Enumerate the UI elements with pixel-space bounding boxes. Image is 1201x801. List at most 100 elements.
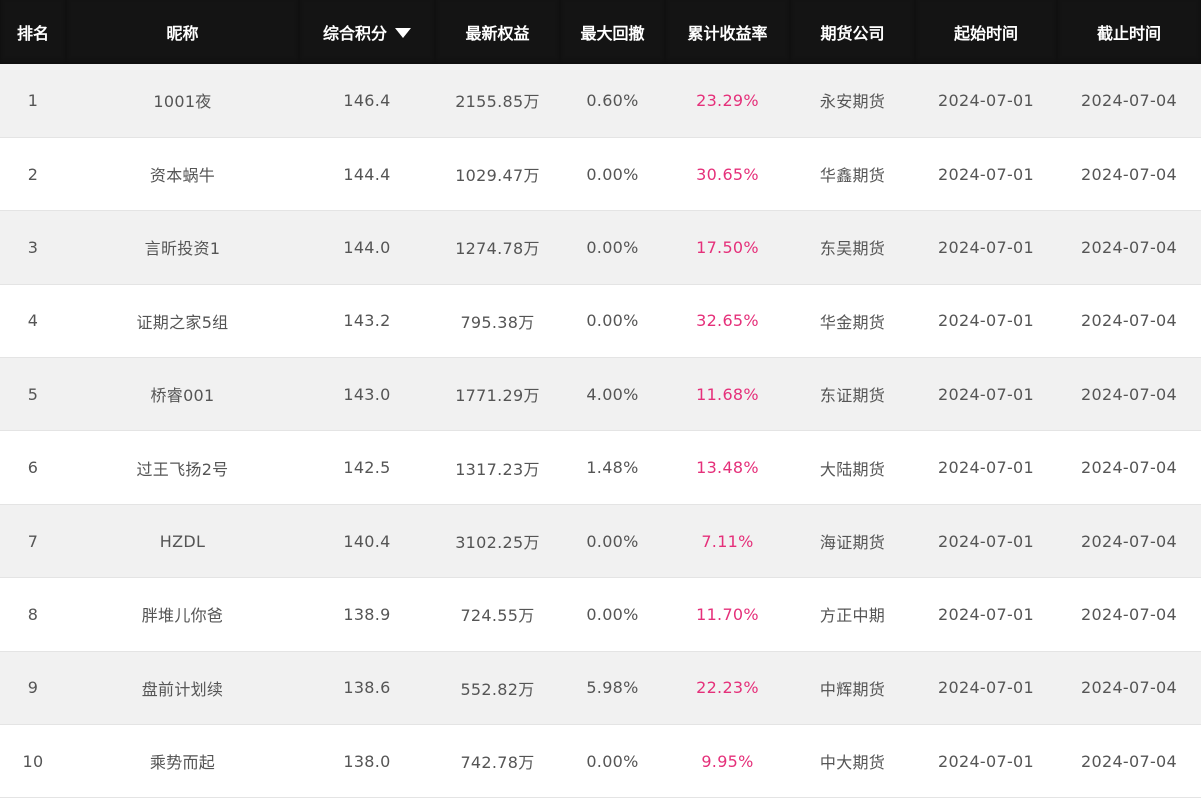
nickname-cell: 过王飞扬2号 <box>66 430 299 505</box>
nickname-cell: 证期之家5组 <box>66 284 299 359</box>
drawdown-cell: 5.98% <box>560 651 665 726</box>
start-date-cell: 2024-07-01 <box>915 64 1057 138</box>
end-date-cell: 2024-07-04 <box>1057 577 1201 652</box>
broker-cell: 大陆期货 <box>790 430 915 505</box>
start-date-cell: 2024-07-01 <box>915 284 1057 359</box>
drawdown-cell: 0.00% <box>560 137 665 212</box>
return-cell: 23.29% <box>665 64 790 138</box>
broker-cell: 方正中期 <box>790 577 915 652</box>
rank-cell: 7 <box>0 504 66 579</box>
score-cell: 143.2 <box>299 284 435 359</box>
table-row: 2 资本蜗牛 144.4 1029.47万 0.00% 30.65% 华鑫期货 … <box>0 137 1201 212</box>
return-cell: 32.65% <box>665 284 790 359</box>
broker-cell: 中大期货 <box>790 724 915 799</box>
score-cell: 138.0 <box>299 724 435 799</box>
table-body: 1 1001夜 146.4 2155.85万 0.60% 23.29% 永安期货… <box>0 64 1201 799</box>
drawdown-cell: 1.48% <box>560 430 665 505</box>
return-cell: 11.70% <box>665 577 790 652</box>
rank-cell: 5 <box>0 357 66 432</box>
return-cell: 9.95% <box>665 724 790 799</box>
nickname-cell: 桥睿001 <box>66 357 299 432</box>
table-row: 3 言昕投资1 144.0 1274.78万 0.00% 17.50% 东吴期货… <box>0 210 1201 285</box>
table-row: 4 证期之家5组 143.2 795.38万 0.00% 32.65% 华金期货… <box>0 284 1201 359</box>
broker-cell: 东吴期货 <box>790 210 915 285</box>
column-header-score-sort[interactable]: 综合积分 <box>299 0 435 64</box>
equity-cell: 2155.85万 <box>435 64 560 138</box>
table-header: 排名 昵称 综合积分 最新权益 最大回撤 累计收益率 期货公司 起始时间 截止时… <box>0 0 1201 64</box>
score-cell: 144.0 <box>299 210 435 285</box>
ranking-table: 排名 昵称 综合积分 最新权益 最大回撤 累计收益率 期货公司 起始时间 截止时… <box>0 0 1201 799</box>
return-cell: 30.65% <box>665 137 790 212</box>
start-date-cell: 2024-07-01 <box>915 357 1057 432</box>
end-date-cell: 2024-07-04 <box>1057 724 1201 799</box>
drawdown-cell: 0.60% <box>560 64 665 138</box>
table-row: 9 盘前计划续 138.6 552.82万 5.98% 22.23% 中辉期货 … <box>0 651 1201 726</box>
rank-cell: 8 <box>0 577 66 652</box>
header-row: 排名 昵称 综合积分 最新权益 最大回撤 累计收益率 期货公司 起始时间 截止时… <box>0 0 1201 64</box>
table-row: 1 1001夜 146.4 2155.85万 0.60% 23.29% 永安期货… <box>0 64 1201 138</box>
end-date-cell: 2024-07-04 <box>1057 357 1201 432</box>
drawdown-cell: 4.00% <box>560 357 665 432</box>
equity-cell: 1029.47万 <box>435 137 560 212</box>
score-cell: 142.5 <box>299 430 435 505</box>
start-date-cell: 2024-07-01 <box>915 577 1057 652</box>
drawdown-cell: 0.00% <box>560 504 665 579</box>
score-cell: 140.4 <box>299 504 435 579</box>
return-cell: 22.23% <box>665 651 790 726</box>
start-date-cell: 2024-07-01 <box>915 651 1057 726</box>
rank-cell: 1 <box>0 64 66 138</box>
rank-cell: 4 <box>0 284 66 359</box>
equity-cell: 552.82万 <box>435 651 560 726</box>
return-cell: 11.68% <box>665 357 790 432</box>
nickname-cell: 盘前计划续 <box>66 651 299 726</box>
equity-cell: 1771.29万 <box>435 357 560 432</box>
table-row: 8 胖堆儿你爸 138.9 724.55万 0.00% 11.70% 方正中期 … <box>0 577 1201 652</box>
table-row: 7 HZDL 140.4 3102.25万 0.00% 7.11% 海证期货 2… <box>0 504 1201 579</box>
score-cell: 146.4 <box>299 64 435 138</box>
start-date-cell: 2024-07-01 <box>915 724 1057 799</box>
drawdown-cell: 0.00% <box>560 210 665 285</box>
column-header-nickname: 昵称 <box>66 0 299 64</box>
broker-cell: 华金期货 <box>790 284 915 359</box>
drawdown-cell: 0.00% <box>560 724 665 799</box>
table-row: 5 桥睿001 143.0 1771.29万 4.00% 11.68% 东证期货… <box>0 357 1201 432</box>
score-cell: 138.9 <box>299 577 435 652</box>
column-header-rank: 排名 <box>0 0 66 64</box>
end-date-cell: 2024-07-04 <box>1057 137 1201 212</box>
start-date-cell: 2024-07-01 <box>915 137 1057 212</box>
equity-cell: 3102.25万 <box>435 504 560 579</box>
nickname-cell: 资本蜗牛 <box>66 137 299 212</box>
start-date-cell: 2024-07-01 <box>915 504 1057 579</box>
rank-cell: 3 <box>0 210 66 285</box>
return-cell: 7.11% <box>665 504 790 579</box>
column-header-score-label: 综合积分 <box>322 24 387 43</box>
table-row: 10 乘势而起 138.0 742.78万 0.00% 9.95% 中大期货 2… <box>0 724 1201 799</box>
start-date-cell: 2024-07-01 <box>915 210 1057 285</box>
broker-cell: 东证期货 <box>790 357 915 432</box>
nickname-cell: 言昕投资1 <box>66 210 299 285</box>
end-date-cell: 2024-07-04 <box>1057 284 1201 359</box>
score-cell: 138.6 <box>299 651 435 726</box>
broker-cell: 华鑫期货 <box>790 137 915 212</box>
rank-cell: 9 <box>0 651 66 726</box>
rank-cell: 10 <box>0 724 66 799</box>
column-header-return: 累计收益率 <box>665 0 790 64</box>
nickname-cell: 1001夜 <box>66 64 299 138</box>
return-cell: 13.48% <box>665 430 790 505</box>
score-cell: 144.4 <box>299 137 435 212</box>
broker-cell: 中辉期货 <box>790 651 915 726</box>
column-header-broker: 期货公司 <box>790 0 915 64</box>
equity-cell: 795.38万 <box>435 284 560 359</box>
rank-cell: 2 <box>0 137 66 212</box>
drawdown-cell: 0.00% <box>560 577 665 652</box>
column-header-end-date: 截止时间 <box>1057 0 1201 64</box>
end-date-cell: 2024-07-04 <box>1057 430 1201 505</box>
triangle-down-icon[interactable] <box>395 27 411 38</box>
drawdown-cell: 0.00% <box>560 284 665 359</box>
start-date-cell: 2024-07-01 <box>915 430 1057 505</box>
nickname-cell: 乘势而起 <box>66 724 299 799</box>
equity-cell: 742.78万 <box>435 724 560 799</box>
column-header-start-date: 起始时间 <box>915 0 1057 64</box>
column-header-drawdown: 最大回撤 <box>560 0 665 64</box>
equity-cell: 1317.23万 <box>435 430 560 505</box>
